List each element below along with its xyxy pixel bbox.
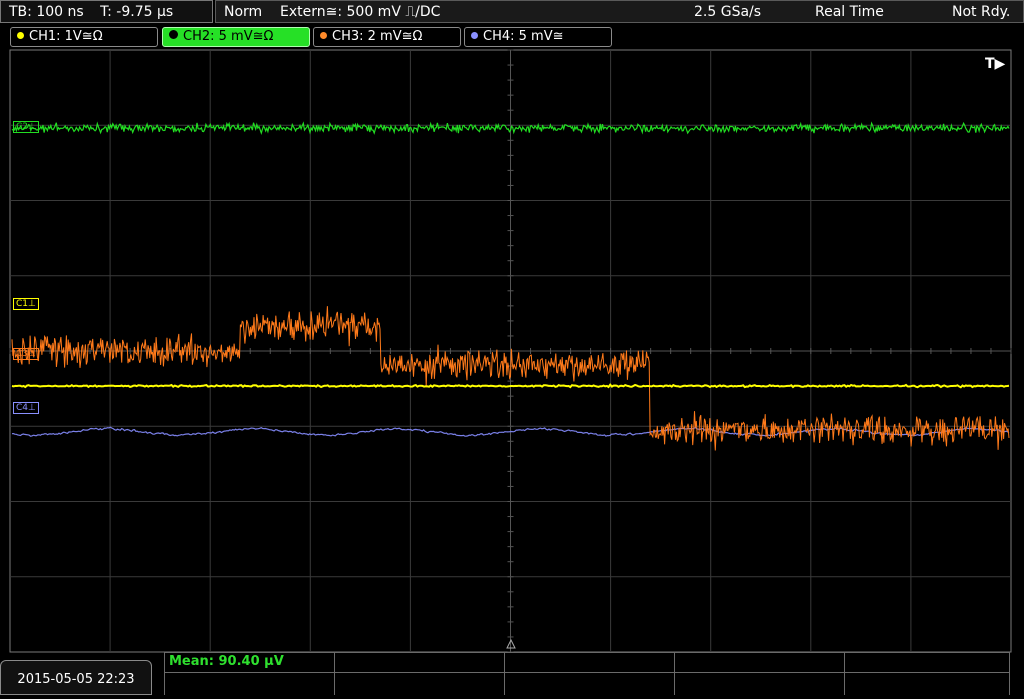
ch4-trace-label[interactable]: C4⊥ bbox=[13, 402, 39, 414]
mean-measurement: Mean: 90.40 µV bbox=[169, 654, 284, 669]
ch3-trace-label[interactable]: C3⊥ bbox=[13, 348, 39, 360]
meas-cell-divider bbox=[844, 652, 845, 695]
meas-cell-divider bbox=[334, 652, 335, 695]
ch2-trace-label[interactable]: C2⊥ bbox=[13, 121, 39, 133]
measurement-row-divider bbox=[164, 672, 1010, 673]
meas-cell-divider bbox=[504, 652, 505, 695]
measurement-panel[interactable]: Mean: 90.40 µV bbox=[164, 652, 1010, 695]
meas-cell-divider bbox=[1009, 652, 1010, 695]
datetime-display: 2015-05-05 22:23 bbox=[0, 660, 152, 695]
meas-cell-divider bbox=[674, 652, 675, 695]
trigger-position-marker: T▶ bbox=[985, 56, 1006, 72]
ch1-trace-label[interactable]: C1⊥ bbox=[13, 298, 39, 310]
measurement-divider bbox=[164, 652, 1010, 653]
meas-cell-divider bbox=[164, 652, 165, 695]
waveform-display[interactable]: T▶ bbox=[0, 0, 1024, 695]
